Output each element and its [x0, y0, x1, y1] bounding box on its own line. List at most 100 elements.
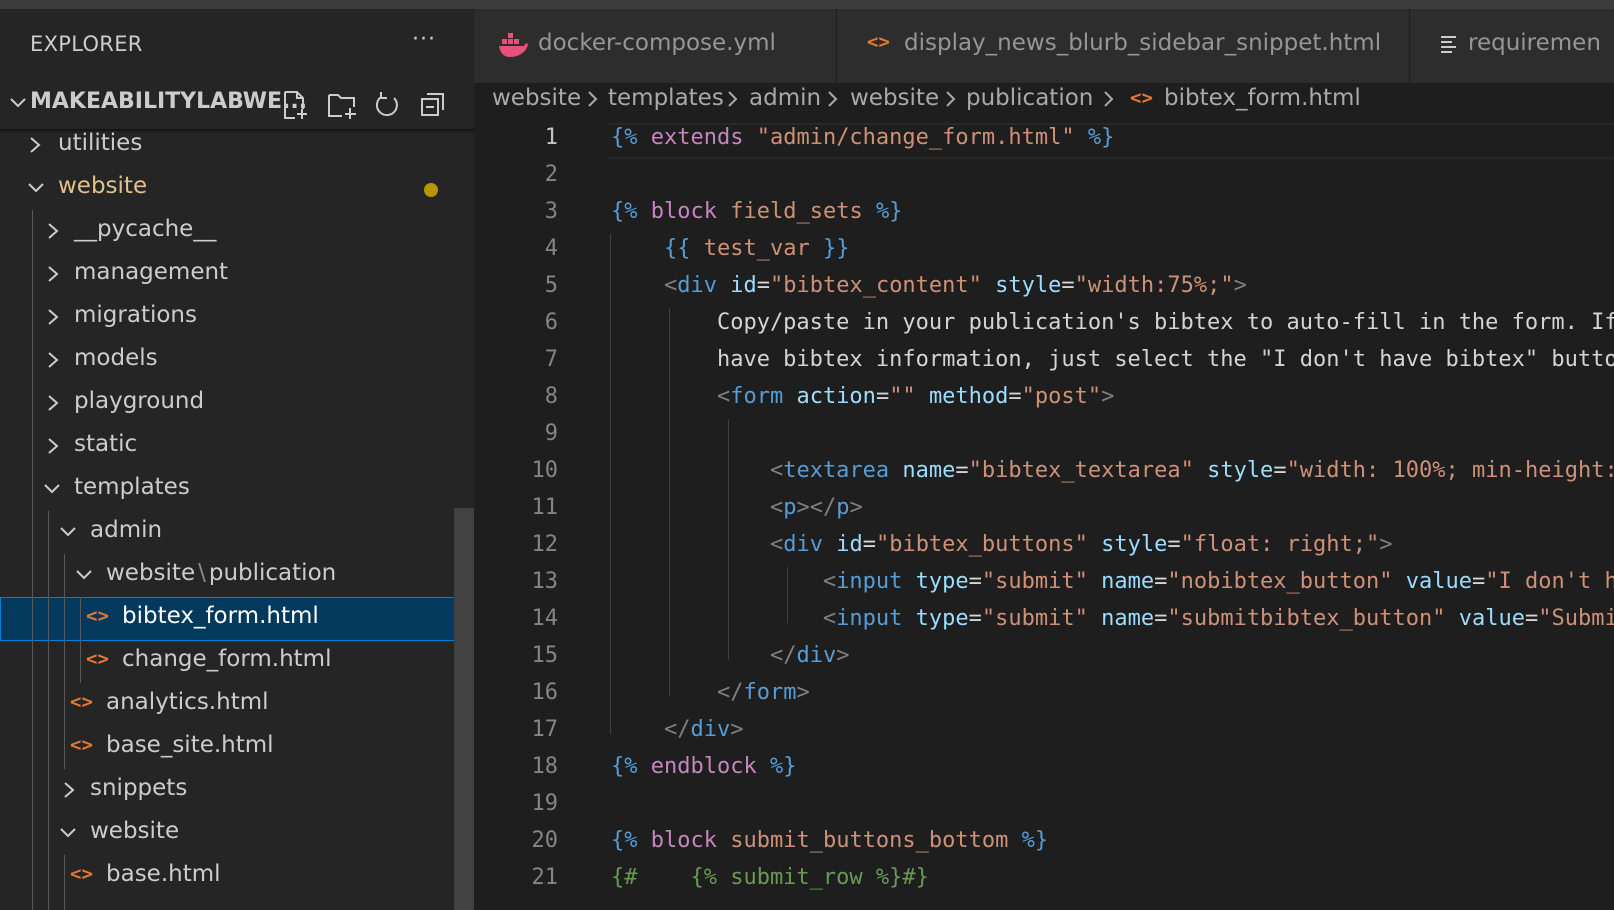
code-line[interactable]: 19: [474, 789, 1614, 827]
tree-label: bibtex_form.html: [122, 603, 319, 629]
code-line[interactable]: 8 <form action="" method="post">: [474, 382, 1614, 420]
tab-requirements[interactable]: requiremen: [1410, 9, 1614, 83]
tree-folder-static[interactable]: static: [0, 425, 474, 469]
code-token: name: [1101, 569, 1155, 594]
collapse-all-icon[interactable]: [418, 89, 448, 125]
html-icon: <>: [867, 31, 890, 53]
breadcrumb-item[interactable]: website: [492, 85, 581, 111]
code-line[interactable]: 7 have bibtex information, just select t…: [474, 345, 1614, 383]
code-token: =: [756, 273, 770, 298]
code-line[interactable]: 21 {# {% submit_row %}#}: [474, 863, 1614, 901]
refresh-icon[interactable]: [372, 89, 402, 125]
tab-docker-compose[interactable]: docker-compose.yml: [474, 9, 837, 83]
tree-label: website: [58, 173, 148, 199]
tree-folder-pycache[interactable]: __pycache__: [0, 210, 474, 254]
tree-file-base[interactable]: <> base.html: [0, 855, 474, 899]
code-token: =: [1154, 569, 1168, 594]
chevron-down-icon: [8, 93, 28, 117]
code-token: field_sets: [730, 199, 863, 224]
code-line[interactable]: 9: [474, 419, 1614, 457]
tree-folder-management[interactable]: management: [0, 253, 474, 297]
tree-folder-playground[interactable]: playground: [0, 382, 474, 426]
code-token: extends: [650, 125, 744, 150]
breadcrumb-item[interactable]: templates: [608, 85, 724, 111]
breadcrumb-item[interactable]: website: [850, 85, 939, 111]
tree-folder-models[interactable]: models: [0, 339, 474, 383]
code-line[interactable]: 11 <p></p>: [474, 493, 1614, 531]
breadcrumb-item[interactable]: publication: [966, 85, 1093, 111]
code-token: id: [730, 273, 757, 298]
html-icon: <>: [86, 648, 109, 670]
tree-folder-templates[interactable]: templates: [0, 468, 474, 512]
line-number: 4: [544, 236, 558, 261]
tree-folder-website[interactable]: website: [0, 167, 474, 211]
code-token: >: [1379, 532, 1393, 557]
new-file-icon[interactable]: [280, 89, 310, 125]
indent-guide: [64, 554, 65, 769]
tree-label: static: [74, 431, 138, 457]
code-line[interactable]: 16 </form>: [474, 678, 1614, 716]
tree-folder-website-publication[interactable]: website \ publication: [0, 554, 474, 598]
code-line[interactable]: 15 </div>: [474, 641, 1614, 679]
code-line[interactable]: 4 {{ test_var }}: [474, 234, 1614, 272]
tree-file-base-site[interactable]: <> base_site.html: [0, 726, 474, 770]
title-bar-strip: [0, 0, 1614, 9]
code-line[interactable]: 10 <textarea name="bibtex_textarea" styl…: [474, 456, 1614, 494]
code-token: <: [769, 532, 784, 557]
compact-part: publication: [208, 560, 337, 586]
ellipsis-icon[interactable]: ···: [412, 27, 436, 52]
code-token: "": [889, 384, 916, 409]
tree-file-change-form[interactable]: <> change_form.html: [0, 640, 474, 684]
code-token: "Submit": [1538, 606, 1614, 631]
new-folder-icon[interactable]: [326, 89, 358, 125]
tree-folder-utilities[interactable]: utilities: [0, 124, 474, 168]
tab-display-news-blurb[interactable]: <> display_news_blurb_sidebar_snippet.ht…: [837, 9, 1410, 83]
code-line[interactable]: 17 </div>: [474, 715, 1614, 753]
code-token: =: [1472, 569, 1486, 594]
breadcrumb-item[interactable]: admin: [749, 85, 821, 111]
tree-folder-admin[interactable]: admin: [0, 511, 474, 555]
tree-folder-snippets[interactable]: snippets: [0, 769, 474, 813]
html-icon: <>: [70, 863, 93, 885]
code-token: div: [690, 717, 731, 742]
tree-file-bibtex-form[interactable]: <> bibtex_form.html: [0, 597, 474, 641]
code-line[interactable]: 18 {% endblock %}: [474, 752, 1614, 790]
tree-folder-website-sub[interactable]: website: [0, 812, 474, 856]
code-token: style: [995, 273, 1062, 298]
code-line[interactable]: 13 <input type="submit" name="nobibtex_b…: [474, 567, 1614, 605]
tab-label: requiremen: [1468, 30, 1601, 56]
code-line[interactable]: 20 {% block submit_buttons_bottom %}: [474, 826, 1614, 864]
code-token: input: [836, 569, 903, 594]
chevron-right-icon: [944, 86, 958, 116]
code-token: </: [716, 680, 744, 705]
code-line[interactable]: 5 <div id="bibtex_content" style="width:…: [474, 271, 1614, 309]
code-line[interactable]: 1 {% extends "admin/change_form.html" %}: [474, 123, 1614, 161]
code-line[interactable]: 6 Copy/paste in your publication's bibte…: [474, 308, 1614, 346]
code-line[interactable]: 12 <div id="bibtex_buttons" style="float…: [474, 530, 1614, 568]
tree-file-analytics[interactable]: <> analytics.html: [0, 683, 474, 727]
code-token: value: [1458, 606, 1525, 631]
code-line[interactable]: 3 {% block field_sets %}: [474, 197, 1614, 235]
code-token: type: [915, 569, 969, 594]
code-token: =: [968, 606, 982, 631]
workspace-header[interactable]: MAKEABILITYLABWE...: [0, 79, 474, 129]
code-token: "float: right;": [1180, 532, 1380, 557]
code-text: <div id="bibtex_content" style="width:75…: [611, 273, 1247, 298]
code-line[interactable]: 14 <input type="submit" name="submitbibt…: [474, 604, 1614, 642]
breadcrumb-item[interactable]: bibtex_form.html: [1164, 85, 1361, 111]
line-number: 16: [531, 680, 559, 705]
line-number: 7: [544, 347, 558, 372]
code-editor[interactable]: 1 {% extends "admin/change_form.html" %} 2…: [474, 123, 1614, 910]
code-line[interactable]: 2: [474, 160, 1614, 198]
breadcrumb: website templates admin website publicat…: [474, 83, 1614, 123]
tree-folder-migrations[interactable]: migrations: [0, 296, 474, 340]
sidebar-scrollbar[interactable]: [454, 508, 474, 910]
